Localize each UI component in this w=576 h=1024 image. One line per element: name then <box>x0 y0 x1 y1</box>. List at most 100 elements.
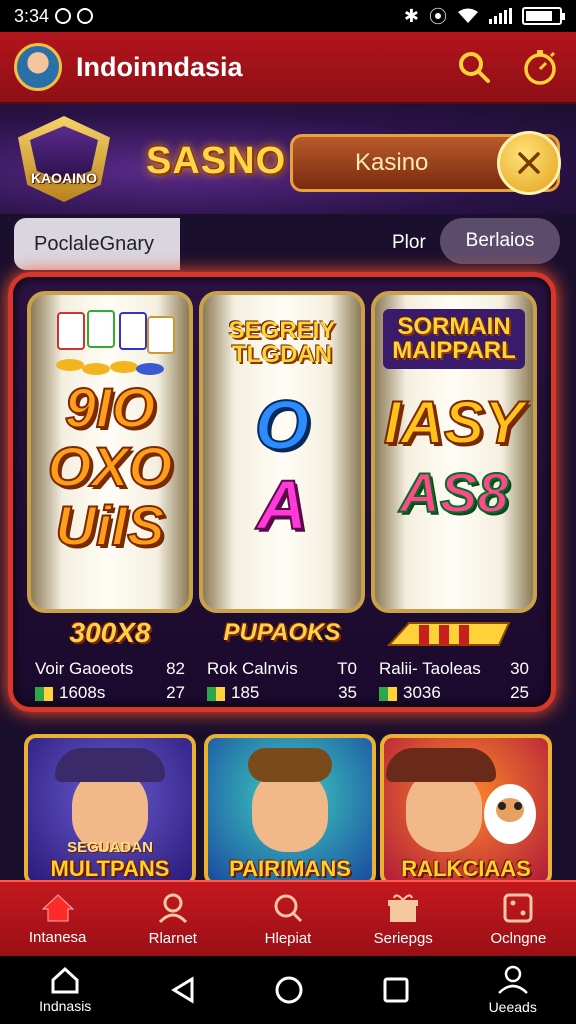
reel-1-symbol-1: 9IO <box>64 376 156 439</box>
slot-reels: 9IO OXO UiIS SEGREIY TLGDAN O A SORMAIN … <box>27 291 537 613</box>
reel-1-symbol-3: UiIS <box>55 493 166 557</box>
dice-icon <box>503 893 533 922</box>
system-overview-button[interactable] <box>382 976 410 1004</box>
paytable-label: 3036 <box>403 683 441 702</box>
home-icon <box>41 893 74 921</box>
paytable-row: 3036 25 <box>379 683 529 703</box>
coins-and-cards-art <box>56 310 175 375</box>
reel-3-symbol-2: AS8 <box>399 461 510 524</box>
search-value: Kasino <box>355 149 429 176</box>
reel-2: SEGREIY TLGDAN O A <box>199 291 365 613</box>
system-back-button[interactable] <box>170 976 196 1004</box>
character-hair <box>248 748 332 782</box>
reel-2-symbol-2: A <box>256 465 309 544</box>
tab-services[interactable]: Seriepgs <box>346 882 461 956</box>
paytable-title-2: PUPAOKS <box>223 619 341 646</box>
paytable-label: Rok Calnvis <box>207 659 298 678</box>
system-profile-button[interactable]: Ueeads <box>489 965 537 1015</box>
status-time: 3:34 <box>14 5 50 26</box>
promo-banner: KAOAINO SASNO Kasino <box>0 104 576 214</box>
paytable-label: 1608s <box>59 683 106 702</box>
paytable-value: 25 <box>510 683 529 702</box>
circle-home-icon <box>275 976 303 1004</box>
bluetooth-icon: ✱ <box>403 5 419 26</box>
vibrate-icon: ⦿ <box>429 7 447 27</box>
game-card-2[interactable]: PAIRIMANS <box>204 734 376 886</box>
square-overview-icon <box>383 977 409 1003</box>
paytable-title-1: 300X8 <box>69 617 151 648</box>
reel-3: SORMAIN MAIPPARL IASY AS8 <box>371 291 537 613</box>
filter-tab-plor[interactable]: Plor <box>392 232 426 254</box>
system-home-label: Indnasis <box>39 998 92 1014</box>
filter-row: PoclaleGnary Plor Berlaios <box>0 214 576 270</box>
close-icon <box>518 152 540 174</box>
back-triangle-icon <box>170 976 194 1004</box>
reel-1-symbol-2: OXO <box>47 434 173 498</box>
wifi-icon <box>458 8 478 23</box>
game-cards-row: SEGUADAN MULTPANS PAIRIMANS RALKCIAAS <box>0 726 576 886</box>
paytable-value: 27 <box>166 683 185 702</box>
battery-icon <box>522 7 565 25</box>
clear-search-button[interactable] <box>497 131 561 195</box>
search-icon <box>274 894 303 922</box>
search-icon <box>459 52 490 83</box>
tab-home[interactable]: Intanesa <box>0 882 115 956</box>
paytable-row: Rok Calnvis T0 <box>207 659 357 679</box>
tab-label: Intanesa <box>28 928 87 946</box>
brand-logo-text: SASNO <box>146 140 287 182</box>
notification-icon-2 <box>77 8 94 24</box>
game-card-title: RALKCIAAS <box>401 856 531 881</box>
crest-label: KAOAINO <box>30 170 98 186</box>
flag-icon <box>35 686 53 701</box>
filter-pill-berlaios[interactable]: Berlaios <box>440 218 560 264</box>
paytable-value: T0 <box>337 659 357 678</box>
paytable-row: Voir Gaoeots 82 <box>35 659 185 679</box>
filter-chip-category[interactable]: PoclaleGnary <box>14 218 180 270</box>
paytable-value: 30 <box>510 659 529 678</box>
flag-icon <box>207 686 225 701</box>
paytable-col-2: PUPAOKS Rok Calnvis T0 185 35 <box>199 613 365 705</box>
person-icon <box>158 893 187 923</box>
reel-3-header: SORMAIN MAIPPARL <box>383 309 525 369</box>
app-header: Indoinndasia <box>0 32 576 104</box>
reel-3-symbol-1: IASY <box>383 389 525 456</box>
slot-machine[interactable]: 9IO OXO UiIS SEGREIY TLGDAN O A SORMAIN … <box>8 272 556 712</box>
tab-search[interactable]: Hlepiat <box>230 882 345 956</box>
tab-games[interactable]: Oclngne <box>461 882 576 956</box>
signal-icon <box>489 8 512 24</box>
game-card-1[interactable]: SEGUADAN MULTPANS <box>24 734 196 886</box>
timer-button[interactable] <box>518 45 562 89</box>
game-card-title: MULTPANS <box>50 856 170 881</box>
reel-2-symbol-1: O <box>254 386 310 464</box>
tab-player[interactable]: Rlarnet <box>115 882 230 956</box>
system-home-button[interactable]: Indnasis <box>39 966 91 1014</box>
paytable-label: 185 <box>231 683 260 702</box>
system-recents-home-button[interactable] <box>274 975 304 1005</box>
flag-icon <box>379 686 397 701</box>
tab-label: Rlarnet <box>148 929 197 947</box>
tab-label: Oclngne <box>490 929 547 947</box>
system-profile-label: Ueeads <box>488 999 537 1015</box>
paytable-row: 185 35 <box>207 683 357 703</box>
game-card-3[interactable]: RALKCIAAS <box>380 734 552 886</box>
paytable-label: Ralii- Taoleas <box>379 659 481 678</box>
striped-chest-icon <box>386 622 511 646</box>
status-bar: 3:34 ✱ ⦿ <box>0 0 576 32</box>
app-title: Indoinndasia <box>76 51 243 82</box>
person-outline-icon <box>497 965 528 994</box>
bottom-tab-bar: Intanesa Rlarnet Hlepiat Seriepgs Oclngn… <box>0 880 576 956</box>
paytable-row: Ralii- Taoleas 30 <box>379 659 529 679</box>
gift-icon <box>388 893 419 922</box>
reel-2-header: SEGREIY TLGDAN <box>228 317 336 368</box>
paytable: 300X8 Voir Gaoeots 82 1608s 27 PUPAOKS R… <box>27 613 537 705</box>
paytable-label: Voir Gaoeots <box>35 659 134 678</box>
search-button[interactable] <box>452 45 496 89</box>
character-hat <box>55 748 165 782</box>
avatar[interactable] <box>14 43 62 91</box>
kasino-search-field[interactable]: Kasino <box>290 131 561 195</box>
game-card-subtitle: SEGUADAN <box>67 839 153 856</box>
casino-crest-logo[interactable]: KAOAINO <box>18 116 110 202</box>
tab-label: Hlepiat <box>264 929 312 947</box>
dog-character-icon <box>484 784 536 844</box>
paytable-col-1: 300X8 Voir Gaoeots 82 1608s 27 <box>27 613 193 705</box>
